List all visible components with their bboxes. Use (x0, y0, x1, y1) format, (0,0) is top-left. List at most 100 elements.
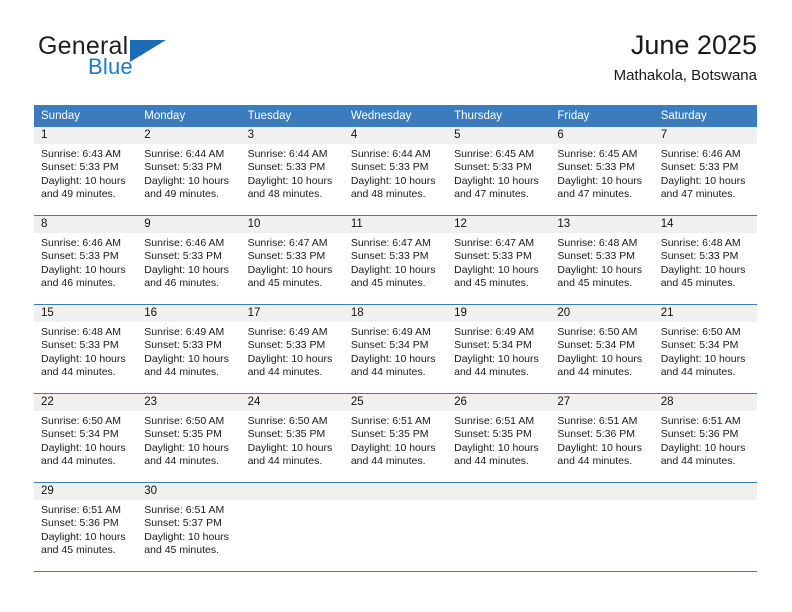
calendar-cell[interactable]: 23 Sunrise: 6:50 AM Sunset: 5:35 PM Dayl… (137, 394, 241, 483)
day-cell[interactable]: 22 Sunrise: 6:50 AM Sunset: 5:34 PM Dayl… (34, 394, 138, 483)
day-cell[interactable]: 17 Sunrise: 6:49 AM Sunset: 5:33 PM Dayl… (240, 305, 344, 394)
daylight-text-line1: Daylight: 10 hours (454, 441, 539, 454)
daylight-text-line2: and 47 minutes. (660, 188, 736, 201)
day-cell[interactable]: 6 Sunrise: 6:45 AM Sunset: 5:33 PM Dayli… (550, 127, 654, 216)
day-cell[interactable]: 11 Sunrise: 6:47 AM Sunset: 5:33 PM Dayl… (343, 216, 448, 305)
calendar-cell[interactable]: 26 Sunrise: 6:51 AM Sunset: 5:35 PM Dayl… (447, 394, 551, 483)
daylight-text-line1: Daylight: 10 hours (350, 174, 436, 187)
blue-triangle-logo-icon (130, 40, 166, 62)
day-cell[interactable]: 12 Sunrise: 6:47 AM Sunset: 5:33 PM Dayl… (447, 216, 551, 305)
daylight-text-line2: and 45 minutes. (144, 544, 219, 557)
day-details: Sunrise: 6:49 AM Sunset: 5:34 PM Dayligh… (447, 322, 550, 380)
sunset-text: Sunset: 5:34 PM (557, 339, 636, 352)
day-number: 15 (34, 305, 138, 322)
day-cell[interactable]: 1 Sunrise: 6:43 AM Sunset: 5:33 PM Dayli… (34, 127, 138, 216)
day-details: Sunrise: 6:44 AM Sunset: 5:33 PM Dayligh… (344, 144, 447, 202)
day-cell[interactable]: 20 Sunrise: 6:50 AM Sunset: 5:34 PM Dayl… (550, 305, 654, 394)
daylight-text-line2: and 44 minutes. (557, 455, 633, 468)
day-cell[interactable]: 3 Sunrise: 6:44 AM Sunset: 5:33 PM Dayli… (240, 127, 344, 216)
day-details: Sunrise: 6:43 AM Sunset: 5:33 PM Dayligh… (34, 144, 137, 202)
day-cell[interactable]: 30 Sunrise: 6:51 AM Sunset: 5:37 PM Dayl… (137, 483, 241, 572)
calendar-cell[interactable]: 10 Sunrise: 6:47 AM Sunset: 5:33 PM Dayl… (240, 216, 344, 305)
day-cell[interactable]: 24 Sunrise: 6:50 AM Sunset: 5:35 PM Dayl… (240, 394, 344, 483)
calendar-cell[interactable]: 9 Sunrise: 6:46 AM Sunset: 5:33 PM Dayli… (137, 216, 241, 305)
calendar-cell[interactable]: 5 Sunrise: 6:45 AM Sunset: 5:33 PM Dayli… (447, 127, 551, 216)
sunset-text: Sunset: 5:34 PM (350, 339, 429, 352)
calendar-cell[interactable]: 11 Sunrise: 6:47 AM Sunset: 5:33 PM Dayl… (343, 216, 448, 305)
day-cell[interactable]: 15 Sunrise: 6:48 AM Sunset: 5:33 PM Dayl… (34, 305, 138, 394)
day-number: 30 (137, 483, 241, 500)
day-cell[interactable]: 23 Sunrise: 6:50 AM Sunset: 5:35 PM Dayl… (137, 394, 241, 483)
calendar-cell[interactable]: 24 Sunrise: 6:50 AM Sunset: 5:35 PM Dayl… (240, 394, 344, 483)
day-number: 17 (240, 305, 344, 322)
calendar-cell[interactable]: 29 Sunrise: 6:51 AM Sunset: 5:36 PM Dayl… (34, 483, 138, 572)
day-cell[interactable]: 19 Sunrise: 6:49 AM Sunset: 5:34 PM Dayl… (447, 305, 551, 394)
sunrise-text: Sunrise: 6:50 AM (660, 326, 741, 338)
calendar-cell[interactable]: 6 Sunrise: 6:45 AM Sunset: 5:33 PM Dayli… (550, 127, 654, 216)
calendar-cell[interactable]: 4 Sunrise: 6:44 AM Sunset: 5:33 PM Dayli… (343, 127, 448, 216)
day-cell[interactable]: 18 Sunrise: 6:49 AM Sunset: 5:34 PM Dayl… (343, 305, 448, 394)
calendar-page: General Blue June 2025 Mathakola, Botswa… (0, 0, 792, 612)
calendar-cell[interactable]: 14 Sunrise: 6:48 AM Sunset: 5:33 PM Dayl… (653, 216, 757, 305)
daylight-text-line2: and 44 minutes. (144, 366, 219, 379)
calendar-cell[interactable]: 30 Sunrise: 6:51 AM Sunset: 5:37 PM Dayl… (137, 483, 241, 572)
day-details (447, 500, 550, 504)
calendar-cell[interactable]: 1 Sunrise: 6:43 AM Sunset: 5:33 PM Dayli… (34, 127, 138, 216)
calendar-cell[interactable]: 28 Sunrise: 6:51 AM Sunset: 5:36 PM Dayl… (653, 394, 757, 483)
day-cell[interactable]: 8 Sunrise: 6:46 AM Sunset: 5:33 PM Dayli… (34, 216, 138, 305)
daylight-text-line1: Daylight: 10 hours (660, 174, 746, 187)
day-cell[interactable]: 14 Sunrise: 6:48 AM Sunset: 5:33 PM Dayl… (653, 216, 757, 305)
day-cell[interactable]: 27 Sunrise: 6:51 AM Sunset: 5:36 PM Dayl… (550, 394, 654, 483)
sunrise-text: Sunrise: 6:49 AM (350, 326, 431, 338)
daylight-text-line1: Daylight: 10 hours (144, 530, 229, 543)
day-cell[interactable]: 13 Sunrise: 6:48 AM Sunset: 5:33 PM Dayl… (550, 216, 654, 305)
calendar-cell[interactable]: 3 Sunrise: 6:44 AM Sunset: 5:33 PM Dayli… (240, 127, 344, 216)
calendar-cell[interactable]: 22 Sunrise: 6:50 AM Sunset: 5:34 PM Dayl… (34, 394, 138, 483)
day-cell[interactable]: 26 Sunrise: 6:51 AM Sunset: 5:35 PM Dayl… (447, 394, 551, 483)
day-cell[interactable]: 28 Sunrise: 6:51 AM Sunset: 5:36 PM Dayl… (653, 394, 757, 483)
calendar-cell[interactable]: 12 Sunrise: 6:47 AM Sunset: 5:33 PM Dayl… (447, 216, 551, 305)
sunset-text: Sunset: 5:35 PM (144, 428, 222, 441)
calendar-cell[interactable]: 17 Sunrise: 6:49 AM Sunset: 5:33 PM Dayl… (240, 305, 344, 394)
sunset-text: Sunset: 5:33 PM (247, 339, 326, 352)
calendar-cell[interactable]: 25 Sunrise: 6:51 AM Sunset: 5:35 PM Dayl… (343, 394, 448, 483)
calendar-cell[interactable]: 15 Sunrise: 6:48 AM Sunset: 5:33 PM Dayl… (34, 305, 138, 394)
daylight-text-line1: Daylight: 10 hours (247, 174, 333, 187)
day-cell[interactable]: 5 Sunrise: 6:45 AM Sunset: 5:33 PM Dayli… (447, 127, 551, 216)
day-cell[interactable]: 16 Sunrise: 6:49 AM Sunset: 5:33 PM Dayl… (137, 305, 241, 394)
daylight-text-line1: Daylight: 10 hours (41, 174, 126, 187)
calendar-cell[interactable]: 20 Sunrise: 6:50 AM Sunset: 5:34 PM Dayl… (550, 305, 654, 394)
calendar-cell[interactable]: 7 Sunrise: 6:46 AM Sunset: 5:33 PM Dayli… (653, 127, 757, 216)
day-cell[interactable]: 10 Sunrise: 6:47 AM Sunset: 5:33 PM Dayl… (240, 216, 344, 305)
daylight-text-line2: and 44 minutes. (350, 455, 426, 468)
daylight-text-line1: Daylight: 10 hours (454, 263, 539, 276)
day-cell[interactable]: 7 Sunrise: 6:46 AM Sunset: 5:33 PM Dayli… (653, 127, 757, 216)
calendar-cell[interactable]: 27 Sunrise: 6:51 AM Sunset: 5:36 PM Dayl… (550, 394, 654, 483)
calendar-cell[interactable]: 19 Sunrise: 6:49 AM Sunset: 5:34 PM Dayl… (447, 305, 551, 394)
day-cell[interactable]: 25 Sunrise: 6:51 AM Sunset: 5:35 PM Dayl… (343, 394, 448, 483)
sunrise-text: Sunrise: 6:47 AM (350, 237, 431, 249)
day-number: 26 (447, 394, 551, 411)
calendar-cell[interactable]: 16 Sunrise: 6:49 AM Sunset: 5:33 PM Dayl… (137, 305, 241, 394)
daylight-text-line2: and 45 minutes. (454, 277, 529, 290)
day-cell[interactable]: 21 Sunrise: 6:50 AM Sunset: 5:34 PM Dayl… (653, 305, 757, 394)
sunrise-text: Sunrise: 6:48 AM (660, 237, 741, 249)
calendar-cell[interactable]: 21 Sunrise: 6:50 AM Sunset: 5:34 PM Dayl… (653, 305, 757, 394)
day-cell[interactable]: 4 Sunrise: 6:44 AM Sunset: 5:33 PM Dayli… (343, 127, 448, 216)
calendar-cell[interactable]: 8 Sunrise: 6:46 AM Sunset: 5:33 PM Dayli… (34, 216, 138, 305)
calendar-cell[interactable]: 2 Sunrise: 6:44 AM Sunset: 5:33 PM Dayli… (137, 127, 241, 216)
sunset-text: Sunset: 5:33 PM (350, 161, 429, 174)
calendar-cell[interactable]: 18 Sunrise: 6:49 AM Sunset: 5:34 PM Dayl… (343, 305, 448, 394)
day-cell[interactable]: 29 Sunrise: 6:51 AM Sunset: 5:36 PM Dayl… (34, 483, 138, 572)
calendar-cell[interactable]: 13 Sunrise: 6:48 AM Sunset: 5:33 PM Dayl… (550, 216, 654, 305)
day-cell[interactable]: 2 Sunrise: 6:44 AM Sunset: 5:33 PM Dayli… (137, 127, 241, 216)
day-cell-empty (343, 483, 448, 572)
daylight-text-line2: and 45 minutes. (247, 277, 323, 290)
general-blue-logo[interactable]: General Blue (34, 32, 234, 92)
sunset-text: Sunset: 5:35 PM (247, 428, 326, 441)
day-cell[interactable]: 9 Sunrise: 6:46 AM Sunset: 5:33 PM Dayli… (137, 216, 241, 305)
day-number: 18 (343, 305, 448, 322)
sunset-text: Sunset: 5:33 PM (144, 250, 222, 263)
day-details: Sunrise: 6:48 AM Sunset: 5:33 PM Dayligh… (34, 322, 137, 380)
day-number: 5 (447, 127, 551, 144)
